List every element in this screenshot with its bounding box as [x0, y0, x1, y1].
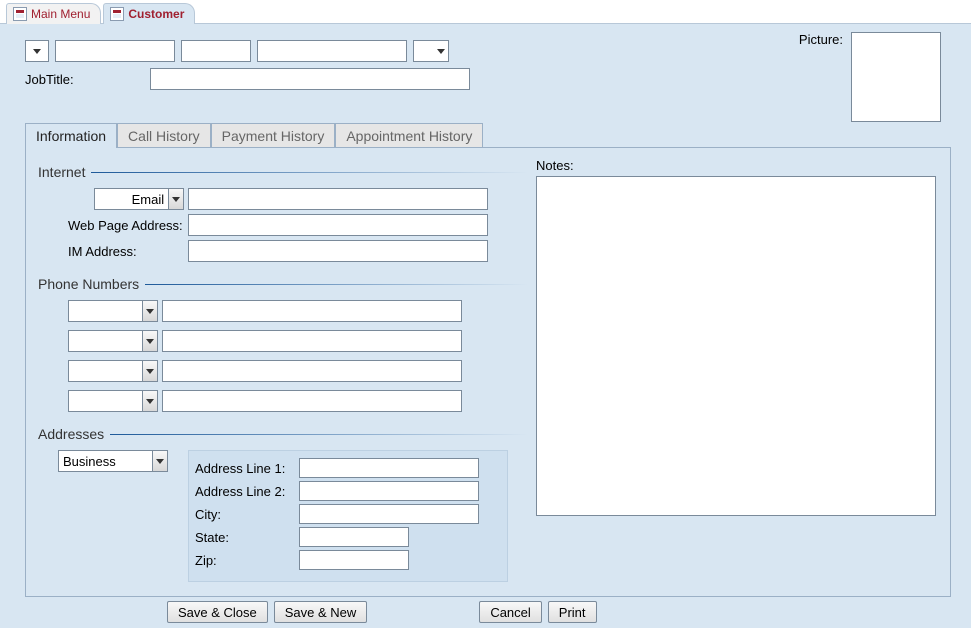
document-tab-bar: Main Menu Customer: [0, 0, 971, 24]
web-label: Web Page Address:: [68, 218, 188, 233]
phone-type-combo-4[interactable]: [68, 390, 158, 412]
phone-type-value[interactable]: [69, 391, 142, 411]
phone-type-combo-1[interactable]: [68, 300, 158, 322]
address-type-combo[interactable]: [58, 450, 168, 472]
picture-frame[interactable]: [851, 32, 941, 122]
im-label: IM Address:: [68, 244, 188, 259]
web-field[interactable]: [188, 214, 488, 236]
addr-line2-label: Address Line 2:: [195, 484, 299, 499]
doc-tab-label: Customer: [128, 7, 184, 21]
form-buttons: Save & Close Save & New Cancel Print: [25, 601, 951, 623]
address-detail: Address Line 1: Address Line 2: City:: [188, 450, 508, 582]
chevron-down-icon: [33, 49, 41, 54]
addr-city-label: City:: [195, 507, 299, 522]
address-block: Address Line 1: Address Line 2: City:: [38, 450, 528, 582]
chevron-down-icon[interactable]: [152, 451, 167, 471]
detail-tab-control: Information Call History Payment History…: [25, 122, 951, 597]
group-addresses-label: Addresses: [38, 426, 110, 442]
group-phone: Phone Numbers: [38, 276, 528, 292]
chevron-down-icon[interactable]: [142, 361, 157, 381]
picture-label: Picture:: [799, 32, 843, 47]
jobtitle-field[interactable]: [150, 68, 470, 90]
save-new-button[interactable]: Save & New: [274, 601, 368, 623]
form-icon: [110, 7, 124, 21]
left-column: Internet Web Page Address: IM Address:: [38, 158, 528, 582]
addr-line1-label: Address Line 1:: [195, 461, 299, 476]
email-field[interactable]: [188, 188, 488, 210]
group-addresses: Addresses: [38, 426, 528, 442]
tab-pane-information: Internet Web Page Address: IM Address:: [25, 147, 951, 597]
save-close-button[interactable]: Save & Close: [167, 601, 268, 623]
picture-block: Picture:: [799, 32, 941, 122]
chevron-down-icon[interactable]: [142, 391, 157, 411]
phone-field-2[interactable]: [162, 330, 462, 352]
cancel-button[interactable]: Cancel: [479, 601, 541, 623]
print-button[interactable]: Print: [548, 601, 597, 623]
tab-appointment-history[interactable]: Appointment History: [335, 123, 483, 148]
tab-information[interactable]: Information: [25, 123, 117, 148]
address-type-value[interactable]: [59, 451, 152, 471]
addr-line1-field[interactable]: [299, 458, 479, 478]
middle-name-field[interactable]: [181, 40, 251, 62]
chevron-down-icon[interactable]: [168, 189, 183, 209]
addr-state-label: State:: [195, 530, 299, 545]
phone-type-combo-2[interactable]: [68, 330, 158, 352]
right-column: Notes:: [528, 158, 938, 582]
im-field[interactable]: [188, 240, 488, 262]
tab-payment-history[interactable]: Payment History: [211, 123, 336, 148]
group-internet-label: Internet: [38, 164, 91, 180]
addr-line2-field[interactable]: [299, 481, 479, 501]
customer-form: JobTitle: Picture: Information Call Hist…: [0, 24, 971, 628]
doc-tab-label: Main Menu: [31, 7, 90, 21]
jobtitle-label: JobTitle:: [25, 72, 150, 87]
phone-field-4[interactable]: [162, 390, 462, 412]
addr-state-field[interactable]: [299, 527, 409, 547]
tab-strip: Information Call History Payment History…: [25, 122, 951, 147]
phone-type-value[interactable]: [69, 331, 142, 351]
addr-zip-field[interactable]: [299, 550, 409, 570]
last-name-field[interactable]: [257, 40, 407, 62]
phone-type-value[interactable]: [69, 301, 142, 321]
email-type-value[interactable]: [95, 189, 168, 209]
chevron-down-icon[interactable]: [142, 301, 157, 321]
notes-label: Notes:: [536, 158, 938, 173]
notes-field[interactable]: [536, 176, 936, 516]
tab-call-history[interactable]: Call History: [117, 123, 211, 148]
addr-zip-label: Zip:: [195, 553, 299, 568]
prefix-dropdown[interactable]: [25, 40, 49, 62]
addr-city-field[interactable]: [299, 504, 479, 524]
phone-type-combo-3[interactable]: [68, 360, 158, 382]
email-type-combo[interactable]: [94, 188, 184, 210]
phone-field-3[interactable]: [162, 360, 462, 382]
doc-tab-main-menu[interactable]: Main Menu: [6, 3, 101, 24]
phone-type-value[interactable]: [69, 361, 142, 381]
group-phone-label: Phone Numbers: [38, 276, 145, 292]
suffix-dropdown[interactable]: [413, 40, 449, 62]
chevron-down-icon[interactable]: [142, 331, 157, 351]
form-icon: [13, 7, 27, 21]
group-internet: Internet: [38, 164, 528, 180]
first-name-field[interactable]: [55, 40, 175, 62]
phone-field-1[interactable]: [162, 300, 462, 322]
doc-tab-customer[interactable]: Customer: [103, 3, 195, 24]
chevron-down-icon: [437, 49, 445, 54]
